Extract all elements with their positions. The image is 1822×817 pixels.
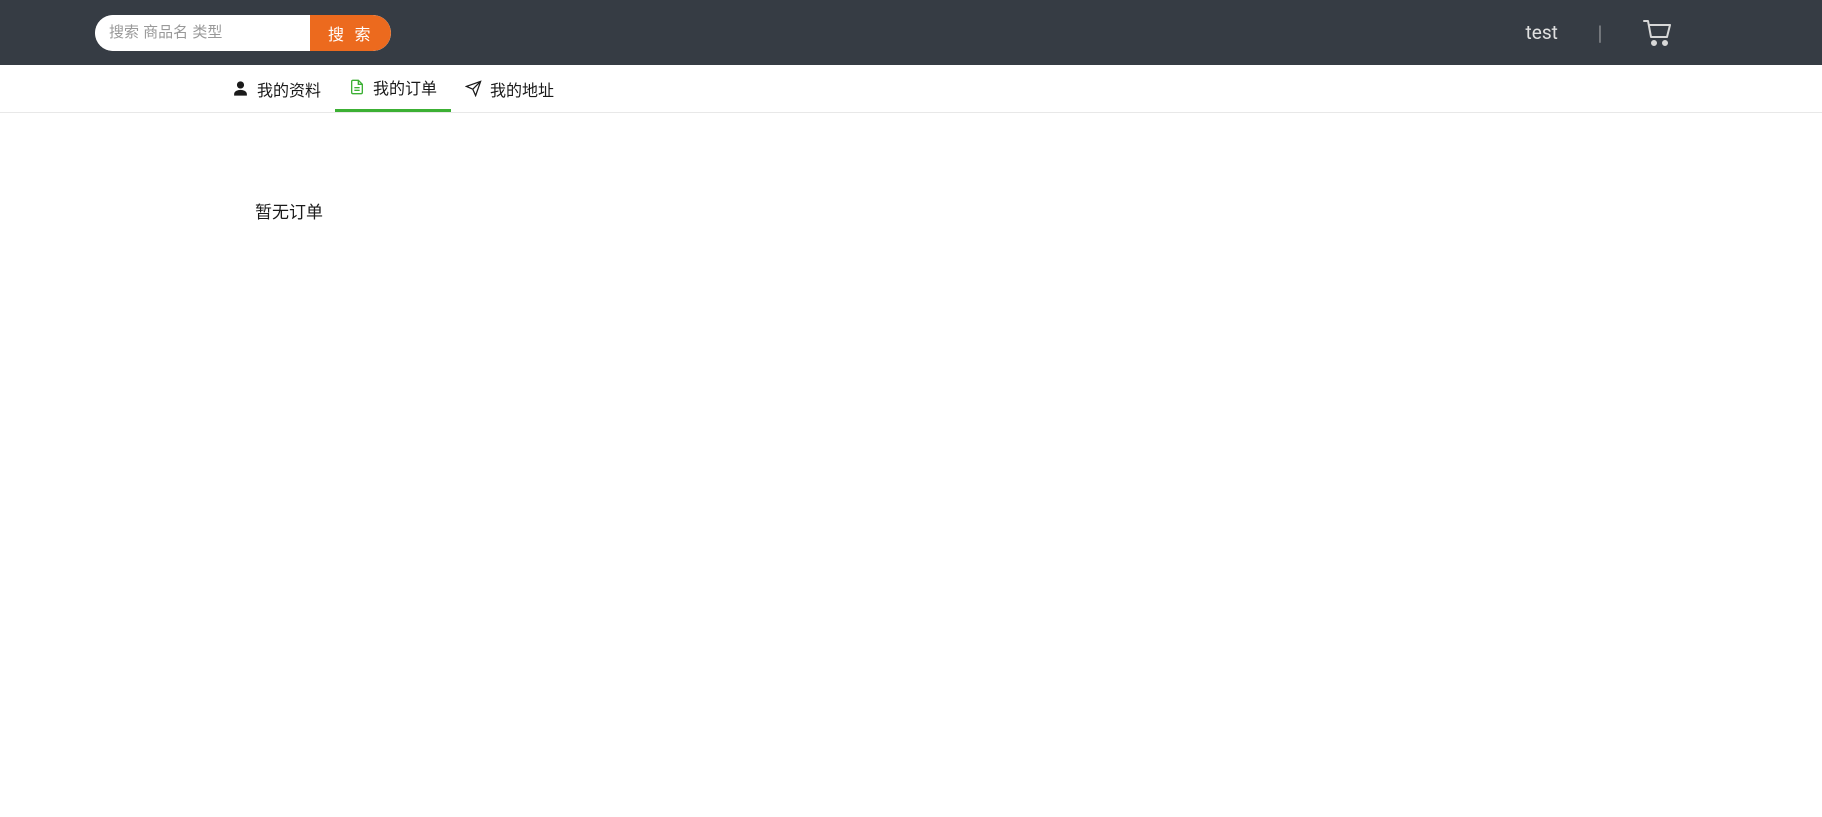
cart-icon[interactable] [1642,19,1672,47]
send-icon [465,80,482,97]
tab-address[interactable]: 我的地址 [451,65,568,112]
tab-profile[interactable]: 我的资料 [218,65,335,112]
search-input[interactable] [95,15,310,51]
top-header: 搜 索 test | [0,0,1822,65]
user-icon [232,80,249,97]
tab-orders[interactable]: 我的订单 [335,65,451,112]
search-container: 搜 索 [95,15,391,51]
empty-orders-message: 暂无订单 [255,198,1822,223]
header-divider: | [1598,21,1602,45]
document-icon [349,79,365,95]
tab-profile-label: 我的资料 [257,77,321,101]
content-area: 暂无订单 [0,113,1822,223]
search-button[interactable]: 搜 索 [310,15,391,51]
tab-address-label: 我的地址 [490,77,554,101]
tabs-bar: 我的资料 我的订单 我的地址 [0,65,1822,113]
header-right: test | [1526,19,1672,47]
tab-orders-label: 我的订单 [373,75,437,99]
username-label[interactable]: test [1526,21,1558,44]
